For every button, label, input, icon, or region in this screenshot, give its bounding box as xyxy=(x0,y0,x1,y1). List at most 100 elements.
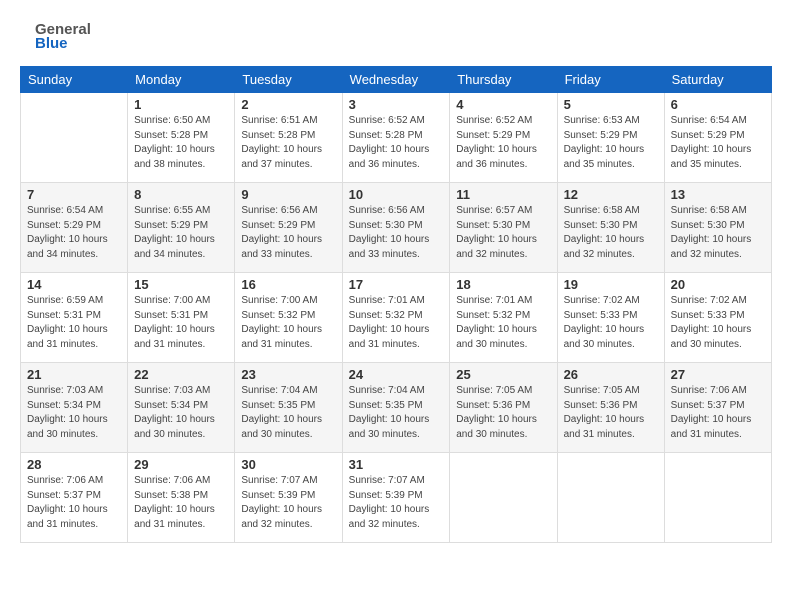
day-info: Sunrise: 6:53 AMSunset: 5:29 PMDaylight:… xyxy=(564,114,658,172)
day-number: 11 xyxy=(456,187,550,202)
day-info: Sunrise: 7:00 AMSunset: 5:32 PMDaylight:… xyxy=(241,294,335,352)
day-number: 18 xyxy=(456,277,550,292)
day-info: Sunrise: 7:04 AMSunset: 5:35 PMDaylight:… xyxy=(241,384,335,442)
day-info: Sunrise: 7:06 AMSunset: 5:37 PMDaylight:… xyxy=(671,384,765,442)
day-info: Sunrise: 6:56 AMSunset: 5:30 PMDaylight:… xyxy=(349,204,444,262)
calendar-body: 1Sunrise: 6:50 AMSunset: 5:28 PMDaylight… xyxy=(21,93,772,543)
calendar-day-9: 9 Sunrise: 6:56 AMSunset: 5:29 PMDaylight… xyxy=(235,183,342,273)
day-info: Sunrise: 7:06 AMSunset: 5:38 PMDaylight:… xyxy=(134,474,228,532)
day-number: 3 xyxy=(349,97,444,112)
day-info: Sunrise: 7:01 AMSunset: 5:32 PMDaylight:… xyxy=(349,294,444,352)
day-number: 31 xyxy=(349,457,444,472)
day-info: Sunrise: 7:02 AMSunset: 5:33 PMDaylight:… xyxy=(564,294,658,352)
weekday-header-saturday: Saturday xyxy=(664,67,771,93)
calendar-day-17: 17 Sunrise: 7:01 AMSunset: 5:32 PMDayligh… xyxy=(342,273,450,363)
day-info: Sunrise: 7:02 AMSunset: 5:33 PMDaylight:… xyxy=(671,294,765,352)
weekday-header-wednesday: Wednesday xyxy=(342,67,450,93)
weekday-header-friday: Friday xyxy=(557,67,664,93)
calendar-day-5: 5Sunrise: 6:53 AMSunset: 5:29 PMDaylight… xyxy=(557,93,664,183)
weekday-row: SundayMondayTuesdayWednesdayThursdayFrid… xyxy=(21,67,772,93)
calendar-day-19: 19 Sunrise: 7:02 AMSunset: 5:33 PMDayligh… xyxy=(557,273,664,363)
day-info: Sunrise: 7:06 AMSunset: 5:37 PMDaylight:… xyxy=(27,474,121,532)
page: General Blue ▶ SundayMondayTuesdayWednes… xyxy=(0,0,792,553)
day-info: Sunrise: 6:55 AMSunset: 5:29 PMDaylight:… xyxy=(134,204,228,262)
day-number: 17 xyxy=(349,277,444,292)
day-number: 29 xyxy=(134,457,228,472)
weekday-header-thursday: Thursday xyxy=(450,67,557,93)
svg-text:Blue: Blue xyxy=(35,35,68,52)
day-number: 27 xyxy=(671,367,765,382)
day-number: 8 xyxy=(134,187,228,202)
calendar-day-10: 10 Sunrise: 6:56 AMSunset: 5:30 PMDayligh… xyxy=(342,183,450,273)
weekday-header-sunday: Sunday xyxy=(21,67,128,93)
day-number: 19 xyxy=(564,277,658,292)
calendar-week-4: 21 Sunrise: 7:03 AMSunset: 5:34 PMDayligh… xyxy=(21,363,772,453)
logo-icon: General Blue xyxy=(20,18,90,54)
day-info: Sunrise: 6:54 AMSunset: 5:29 PMDaylight:… xyxy=(671,114,765,172)
calendar-day-15: 15 Sunrise: 7:00 AMSunset: 5:31 PMDayligh… xyxy=(128,273,235,363)
day-info: Sunrise: 7:03 AMSunset: 5:34 PMDaylight:… xyxy=(134,384,228,442)
calendar-day-1: 1Sunrise: 6:50 AMSunset: 5:28 PMDaylight… xyxy=(128,93,235,183)
day-number: 25 xyxy=(456,367,550,382)
calendar-day-12: 12Sunrise: 6:58 AMSunset: 5:30 PMDayligh… xyxy=(557,183,664,273)
header: General Blue ▶ xyxy=(20,18,772,54)
day-number: 21 xyxy=(27,367,121,382)
day-info: Sunrise: 6:58 AMSunset: 5:30 PMDaylight:… xyxy=(671,204,765,262)
calendar-day-21: 21 Sunrise: 7:03 AMSunset: 5:34 PMDayligh… xyxy=(21,363,128,453)
day-number: 4 xyxy=(456,97,550,112)
calendar-week-5: 28 Sunrise: 7:06 AMSunset: 5:37 PMDayligh… xyxy=(21,453,772,543)
day-number: 7 xyxy=(27,187,121,202)
day-info: Sunrise: 7:07 AMSunset: 5:39 PMDaylight:… xyxy=(241,474,335,532)
calendar-day-11: 11 Sunrise: 6:57 AMSunset: 5:30 PMDayligh… xyxy=(450,183,557,273)
calendar-day-16: 16Sunrise: 7:00 AMSunset: 5:32 PMDayligh… xyxy=(235,273,342,363)
day-info: Sunrise: 6:56 AMSunset: 5:29 PMDaylight:… xyxy=(241,204,335,262)
calendar-day-23: 23 Sunrise: 7:04 AMSunset: 5:35 PMDayligh… xyxy=(235,363,342,453)
calendar-day-13: 13 Sunrise: 6:58 AMSunset: 5:30 PMDayligh… xyxy=(664,183,771,273)
day-info: Sunrise: 7:07 AMSunset: 5:39 PMDaylight:… xyxy=(349,474,444,532)
day-info: Sunrise: 7:04 AMSunset: 5:35 PMDaylight:… xyxy=(349,384,444,442)
day-number: 28 xyxy=(27,457,121,472)
empty-day xyxy=(450,453,557,543)
calendar-week-2: 7Sunrise: 6:54 AMSunset: 5:29 PMDaylight… xyxy=(21,183,772,273)
day-info: Sunrise: 7:05 AMSunset: 5:36 PMDaylight:… xyxy=(456,384,550,442)
day-number: 13 xyxy=(671,187,765,202)
weekday-header-tuesday: Tuesday xyxy=(235,67,342,93)
day-info: Sunrise: 6:50 AMSunset: 5:28 PMDaylight:… xyxy=(134,114,228,172)
calendar-week-3: 14Sunrise: 6:59 AMSunset: 5:31 PMDayligh… xyxy=(21,273,772,363)
day-number: 2 xyxy=(241,97,335,112)
calendar-header: SundayMondayTuesdayWednesdayThursdayFrid… xyxy=(21,67,772,93)
calendar-day-20: 20 Sunrise: 7:02 AMSunset: 5:33 PMDayligh… xyxy=(664,273,771,363)
calendar-day-29: 29 Sunrise: 7:06 AMSunset: 5:38 PMDayligh… xyxy=(128,453,235,543)
day-info: Sunrise: 6:51 AMSunset: 5:28 PMDaylight:… xyxy=(241,114,335,172)
calendar-day-14: 14Sunrise: 6:59 AMSunset: 5:31 PMDayligh… xyxy=(21,273,128,363)
calendar-table: SundayMondayTuesdayWednesdayThursdayFrid… xyxy=(20,66,772,543)
calendar-day-4: 4 Sunrise: 6:52 AMSunset: 5:29 PMDaylight… xyxy=(450,93,557,183)
calendar-day-27: 27 Sunrise: 7:06 AMSunset: 5:37 PMDayligh… xyxy=(664,363,771,453)
day-number: 10 xyxy=(349,187,444,202)
calendar-week-1: 1Sunrise: 6:50 AMSunset: 5:28 PMDaylight… xyxy=(21,93,772,183)
day-number: 15 xyxy=(134,277,228,292)
day-info: Sunrise: 7:03 AMSunset: 5:34 PMDaylight:… xyxy=(27,384,121,442)
day-number: 26 xyxy=(564,367,658,382)
calendar-day-2: 2 Sunrise: 6:51 AMSunset: 5:28 PMDaylight… xyxy=(235,93,342,183)
day-number: 12 xyxy=(564,187,658,202)
day-number: 20 xyxy=(671,277,765,292)
calendar-day-31: 31 Sunrise: 7:07 AMSunset: 5:39 PMDayligh… xyxy=(342,453,450,543)
day-number: 14 xyxy=(27,277,121,292)
calendar-day-6: 6 Sunrise: 6:54 AMSunset: 5:29 PMDaylight… xyxy=(664,93,771,183)
calendar-day-26: 26Sunrise: 7:05 AMSunset: 5:36 PMDayligh… xyxy=(557,363,664,453)
day-number: 30 xyxy=(241,457,335,472)
calendar-day-30: 30 Sunrise: 7:07 AMSunset: 5:39 PMDayligh… xyxy=(235,453,342,543)
day-number: 9 xyxy=(241,187,335,202)
day-info: Sunrise: 6:57 AMSunset: 5:30 PMDaylight:… xyxy=(456,204,550,262)
calendar-day-22: 22Sunrise: 7:03 AMSunset: 5:34 PMDayligh… xyxy=(128,363,235,453)
empty-day xyxy=(21,93,128,183)
calendar-day-18: 18Sunrise: 7:01 AMSunset: 5:32 PMDayligh… xyxy=(450,273,557,363)
day-number: 23 xyxy=(241,367,335,382)
day-info: Sunrise: 6:52 AMSunset: 5:29 PMDaylight:… xyxy=(456,114,550,172)
day-info: Sunrise: 7:00 AMSunset: 5:31 PMDaylight:… xyxy=(134,294,228,352)
calendar-day-3: 3Sunrise: 6:52 AMSunset: 5:28 PMDaylight… xyxy=(342,93,450,183)
day-number: 6 xyxy=(671,97,765,112)
calendar-day-7: 7Sunrise: 6:54 AMSunset: 5:29 PMDaylight… xyxy=(21,183,128,273)
empty-day xyxy=(664,453,771,543)
